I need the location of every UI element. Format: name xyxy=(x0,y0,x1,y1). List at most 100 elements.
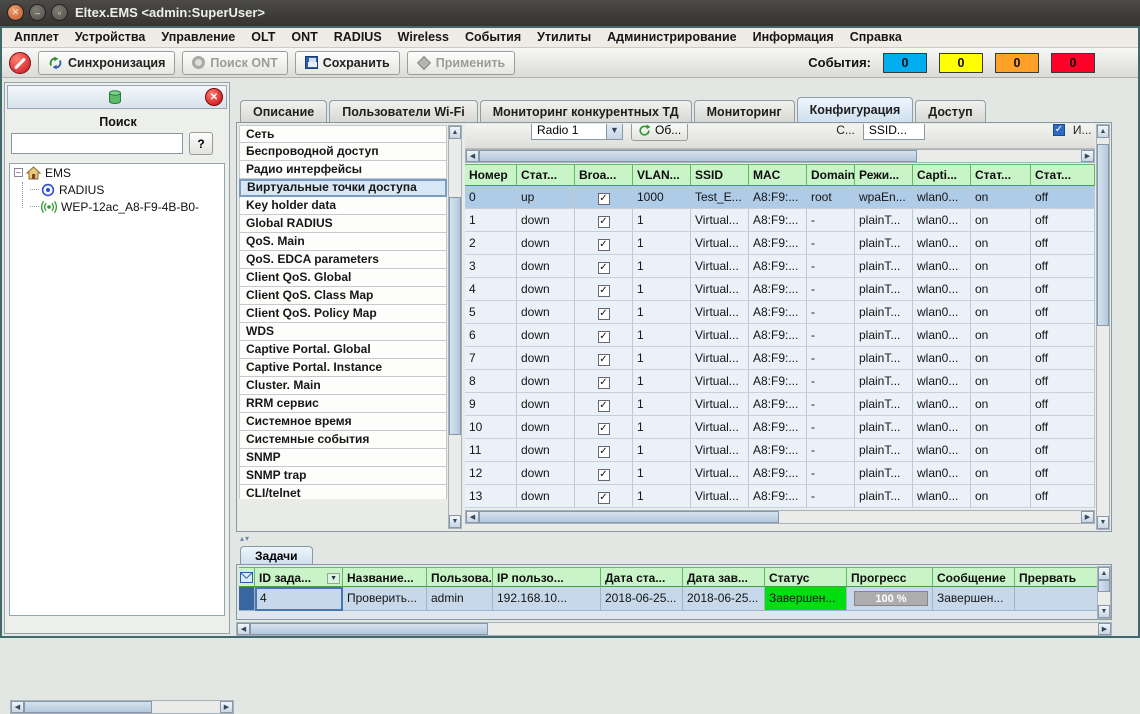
section-item-7[interactable]: QoS. EDCA parameters xyxy=(239,251,447,269)
section-item-20[interactable]: CLI/telnet xyxy=(239,485,447,499)
scroll-left-icon[interactable]: ◀ xyxy=(466,511,479,523)
table-row[interactable]: 2down✓1Virtual...A8:F9:...-plainT...wlan… xyxy=(465,232,1095,255)
sync-button[interactable]: Синхронизация xyxy=(38,51,175,75)
table-row[interactable]: 8down✓1Virtual...A8:F9:...-plainT...wlan… xyxy=(465,370,1095,393)
table-row[interactable]: 7down✓1Virtual...A8:F9:...-plainT...wlan… xyxy=(465,347,1095,370)
scroll-thumb[interactable] xyxy=(24,701,152,713)
window-minimize-button[interactable]: – xyxy=(29,4,46,21)
menu-item-10[interactable]: Информация xyxy=(745,30,842,44)
section-item-16[interactable]: Системное время xyxy=(239,413,447,431)
section-item-6[interactable]: QoS. Main xyxy=(239,233,447,251)
sections-v-scrollbar[interactable]: ▲ ▼ xyxy=(448,125,462,529)
table-row[interactable]: 12down✓1Virtual...A8:F9:...-plainT...wla… xyxy=(465,462,1095,485)
section-item-17[interactable]: Системные события xyxy=(239,431,447,449)
table-row[interactable]: 9down✓1Virtual...A8:F9:...-plainT...wlan… xyxy=(465,393,1095,416)
scroll-down-icon[interactable]: ▼ xyxy=(1098,605,1110,618)
table-row[interactable]: 3down✓1Virtual...A8:F9:...-plainT...wlan… xyxy=(465,255,1095,278)
broadcast-checkbox[interactable]: ✓ xyxy=(598,308,610,320)
ssid-select[interactable]: SSID... xyxy=(863,124,925,140)
splitter-handle[interactable]: ▴▾ xyxy=(240,534,250,543)
tasks-v-scrollbar[interactable]: ▲ ▼ xyxy=(1097,566,1111,619)
tree-h-scrollbar[interactable]: ◀ ▶ xyxy=(10,700,234,714)
column-header-7[interactable]: Режи... xyxy=(855,164,913,186)
vap-v-scrollbar[interactable]: ▲ ▼ xyxy=(1096,124,1110,530)
scroll-thumb[interactable] xyxy=(1097,144,1109,326)
tree-node-ems[interactable]: – EMS xyxy=(10,164,224,181)
sort-arrow-icon[interactable]: ▼ xyxy=(327,573,340,584)
tasks-column-header-4[interactable]: Дата ста... xyxy=(601,567,683,587)
broadcast-checkbox[interactable]: ✓ xyxy=(598,216,610,228)
section-item-1[interactable]: Беспроводной доступ xyxy=(239,143,447,161)
event-counter-orange[interactable]: 0 xyxy=(995,53,1039,73)
table-row[interactable]: 6down✓1Virtual...A8:F9:...-plainT...wlan… xyxy=(465,324,1095,347)
section-item-2[interactable]: Радио интерфейсы xyxy=(239,161,447,179)
window-maximize-button[interactable]: ▫ xyxy=(51,4,68,21)
section-item-11[interactable]: WDS xyxy=(239,323,447,341)
section-item-10[interactable]: Client QoS. Policy Map xyxy=(239,305,447,323)
vap-h-scrollbar-top[interactable]: ◀ ▶ xyxy=(465,149,1095,163)
broadcast-checkbox[interactable]: ✓ xyxy=(598,331,610,343)
event-counter-red[interactable]: 0 xyxy=(1051,53,1095,73)
column-header-5[interactable]: MAC xyxy=(749,164,807,186)
tasks-column-header-2[interactable]: Пользова... xyxy=(427,567,493,587)
table-row[interactable]: 10down✓1Virtual...A8:F9:...-plainT...wla… xyxy=(465,416,1095,439)
menu-item-1[interactable]: Устройства xyxy=(67,30,154,44)
tasks-h-scrollbar[interactable]: ◀ ▶ xyxy=(236,622,1112,636)
column-header-9[interactable]: Стат... xyxy=(971,164,1031,186)
section-item-3[interactable]: Виртуальные точки доступа xyxy=(239,179,447,197)
menu-item-6[interactable]: Wireless xyxy=(390,30,457,44)
refresh-button[interactable]: Об... xyxy=(631,124,688,141)
scroll-thumb[interactable] xyxy=(449,197,461,435)
scroll-up-icon[interactable]: ▲ xyxy=(449,126,461,139)
section-item-9[interactable]: Client QoS. Class Map xyxy=(239,287,447,305)
tab-1[interactable]: Пользователи Wi-Fi xyxy=(329,100,478,122)
scroll-right-icon[interactable]: ▶ xyxy=(1098,623,1111,635)
section-item-18[interactable]: SNMP xyxy=(239,449,447,467)
menu-item-9[interactable]: Администрирование xyxy=(599,30,744,44)
event-counter-yellow[interactable]: 0 xyxy=(939,53,983,73)
tab-2[interactable]: Мониторинг конкурентных ТД xyxy=(480,100,692,122)
column-header-2[interactable]: Broa... xyxy=(575,164,633,186)
column-header-8[interactable]: Capti... xyxy=(913,164,971,186)
table-row[interactable]: 1down✓1Virtual...A8:F9:...-plainT...wlan… xyxy=(465,209,1095,232)
section-item-8[interactable]: Client QoS. Global xyxy=(239,269,447,287)
stop-icon[interactable] xyxy=(9,52,31,74)
broadcast-checkbox[interactable]: ✓ xyxy=(598,469,610,481)
tab-0[interactable]: Описание xyxy=(240,100,327,122)
broadcast-checkbox[interactable]: ✓ xyxy=(598,285,610,297)
broadcast-checkbox[interactable]: ✓ xyxy=(598,377,610,389)
column-header-1[interactable]: Стат... xyxy=(517,164,575,186)
interface-select[interactable]: Radio 1 ▼ xyxy=(531,124,623,140)
scroll-left-icon[interactable]: ◀ xyxy=(11,701,24,713)
column-header-10[interactable]: Стат... xyxy=(1031,164,1095,186)
scroll-up-icon[interactable]: ▲ xyxy=(1098,567,1110,580)
scroll-thumb[interactable] xyxy=(250,623,488,635)
menu-item-4[interactable]: ONT xyxy=(283,30,325,44)
scroll-down-icon[interactable]: ▼ xyxy=(449,515,461,528)
broadcast-checkbox[interactable]: ✓ xyxy=(598,446,610,458)
tree-node-radius[interactable]: RADIUS xyxy=(10,181,224,198)
section-item-19[interactable]: SNMP trap xyxy=(239,467,447,485)
broadcast-checkbox[interactable]: ✓ xyxy=(598,400,610,412)
tasks-row[interactable]: 4Проверить...admin192.168.10...2018-06-2… xyxy=(239,587,1099,611)
table-row[interactable]: 11down✓1Virtual...A8:F9:...-plainT...wla… xyxy=(465,439,1095,462)
tab-4[interactable]: Конфигурация xyxy=(797,97,914,122)
scroll-right-icon[interactable]: ▶ xyxy=(1081,511,1094,523)
menu-item-7[interactable]: События xyxy=(457,30,529,44)
tree-close-button[interactable]: ✕ xyxy=(205,88,223,106)
tasks-column-header-3[interactable]: IP пользо... xyxy=(493,567,601,587)
scroll-left-icon[interactable]: ◀ xyxy=(466,150,479,162)
column-header-0[interactable]: Номер xyxy=(465,164,517,186)
tasks-column-header-1[interactable]: Название... xyxy=(343,567,427,587)
scroll-left-icon[interactable]: ◀ xyxy=(237,623,250,635)
tab-5[interactable]: Доступ xyxy=(915,100,985,122)
tasks-column-header-8[interactable]: Сообщение xyxy=(933,567,1015,587)
tasks-column-header-5[interactable]: Дата зав... xyxy=(683,567,765,587)
collapse-handle-icon[interactable]: – xyxy=(14,168,23,177)
section-item-13[interactable]: Captive Portal. Instance xyxy=(239,359,447,377)
section-item-12[interactable]: Captive Portal. Global xyxy=(239,341,447,359)
column-header-3[interactable]: VLAN... xyxy=(633,164,691,186)
event-counter-blue[interactable]: 0 xyxy=(883,53,927,73)
scroll-right-icon[interactable]: ▶ xyxy=(1081,150,1094,162)
tab-3[interactable]: Мониторинг xyxy=(694,100,795,122)
